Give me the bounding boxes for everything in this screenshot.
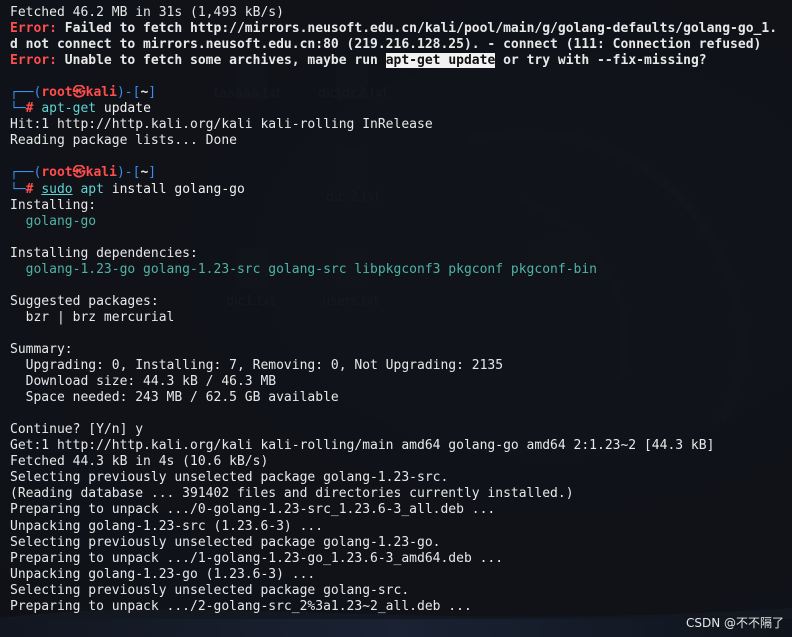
terminal-line: Preparing to unpack .../1-golang-1.23-go… <box>10 550 504 566</box>
terminal-line: Get:1 http://http.kali.org/kali kali-rol… <box>10 438 715 454</box>
command-line: └─# sudo apt install golang-go <box>10 181 245 197</box>
terminal-line: Fetched 46.2 MB in 31s (1,493 kB/s) <box>10 5 284 20</box>
terminal-line: Error: Failed to fetch http://mirrors.ne… <box>10 21 778 37</box>
wallpaper-bottom-strip <box>0 619 792 637</box>
terminal-line: Selecting previously unselected package … <box>10 470 449 486</box>
highlighted-command: apt-get update <box>385 53 496 69</box>
terminal-line: Error: Unable to fetch some archives, ma… <box>10 53 707 69</box>
terminal-line: Reading package lists... Done <box>10 133 237 149</box>
terminal-line: golang-1.23-go golang-1.23-src golang-sr… <box>10 261 597 277</box>
terminal-line: Installing: <box>10 197 97 213</box>
prompt-line: ┌──(root㉿kali)-[~] <box>10 85 157 101</box>
terminal-line: Download size: 44.3 kB / 46.3 MB <box>10 374 277 390</box>
terminal-line: Suggested packages: <box>10 293 159 309</box>
terminal-line: Continue? [Y/n] y <box>10 422 144 438</box>
terminal-line: Installing dependencies: <box>10 245 198 261</box>
terminal-line: Selecting previously unselected package … <box>10 534 441 550</box>
watermark: CSDN @不不隔了 <box>685 616 784 630</box>
terminal-line: Preparing to unpack .../2-golang-src_2%3… <box>10 598 472 614</box>
terminal-line: golang-go <box>10 213 97 229</box>
terminal-line: Unpacking golang-1.23-src (1.23.6-3) ... <box>10 518 324 534</box>
terminal-line: Space needed: 243 MB / 62.5 GB available <box>10 390 339 406</box>
terminal-line: Upgrading: 0, Installing: 7, Removing: 0… <box>10 358 504 374</box>
terminal-window[interactable]: Fetched 46.2 MB in 31s (1,493 kB/s) Erro… <box>0 0 792 637</box>
terminal-line: bzr | brz mercurial <box>10 309 175 325</box>
terminal-line: Fetched 44.3 kB in 4s (10.6 kB/s) <box>10 454 269 470</box>
terminal-line: d not connect to mirrors.neusoft.edu.cn:… <box>10 37 762 53</box>
command-line: └─# apt-get update <box>10 101 151 117</box>
terminal-line: Hit:1 http://http.kali.org/kali kali-rol… <box>10 117 433 133</box>
desktop-screen: taaaaa.txt dictdc2.txt dic-2.txt dic1.tx… <box>0 0 792 637</box>
terminal-line: Unpacking golang-1.23-go (1.23.6-3) ... <box>10 566 316 582</box>
prompt-line: ┌──(root㉿kali)-[~] <box>10 165 157 181</box>
terminal-line: Preparing to unpack .../0-golang-1.23-sr… <box>10 502 496 518</box>
terminal-line: Summary: <box>10 341 73 357</box>
terminal-line: Selecting previously unselected package … <box>10 582 410 598</box>
terminal-output: Fetched 46.2 MB in 31s (1,493 kB/s) Erro… <box>10 5 792 615</box>
terminal-line: (Reading database ... 391402 files and d… <box>10 486 574 502</box>
